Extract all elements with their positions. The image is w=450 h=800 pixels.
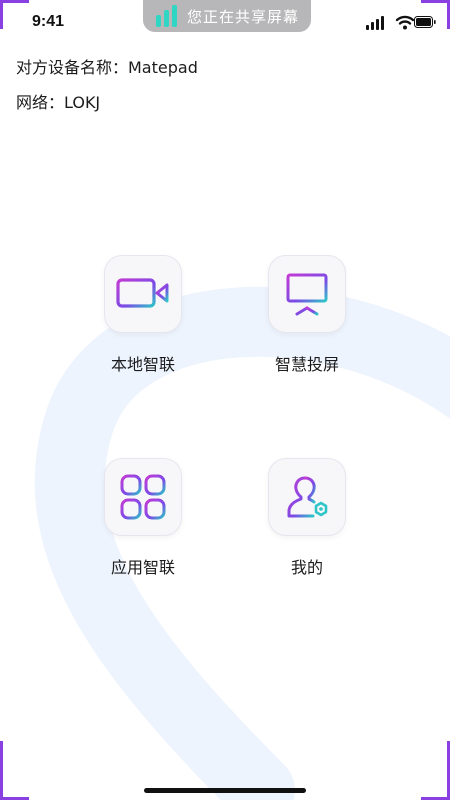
corner-bracket-top-right (421, 0, 450, 29)
screen-share-indicator[interactable]: 您正在共享屏幕 (143, 0, 311, 32)
tile-label: 应用智联 (110, 558, 175, 577)
wifi-icon (395, 15, 415, 30)
tile-icon-box (104, 458, 182, 536)
projector-screen-icon (286, 273, 328, 316)
status-time: 9:41 (32, 13, 65, 30)
apps-grid-icon (120, 474, 166, 520)
user-settings-icon (287, 476, 328, 518)
tile-mine[interactable]: 我的 (237, 458, 377, 588)
tile-label: 我的 (290, 558, 323, 577)
background-arc (34, 286, 450, 800)
device-name-text: 对方设备名称：Matepad (16, 58, 198, 77)
corner-bracket-bottom-left (0, 741, 29, 800)
signal-icon (366, 16, 384, 30)
tile-local-connect[interactable]: 本地智联 (73, 255, 213, 385)
video-camera-icon (116, 278, 169, 308)
network-text: 网络：LOKJ (16, 93, 101, 112)
tile-label: 智慧投屏 (274, 355, 339, 374)
tile-label: 本地智联 (110, 355, 175, 374)
tile-icon-box (268, 458, 346, 536)
tile-icon-box (104, 255, 182, 333)
tile-app-connect[interactable]: 应用智联 (73, 458, 213, 588)
status-bar: 9:41 您正在共享屏幕 (0, 0, 450, 44)
tile-icon-box (268, 255, 346, 333)
tile-smart-cast[interactable]: 智慧投屏 (237, 255, 377, 385)
share-bars-icon (156, 5, 177, 27)
home-indicator[interactable] (144, 788, 306, 793)
corner-bracket-top-left (0, 0, 29, 29)
screen-share-text: 您正在共享屏幕 (187, 7, 300, 26)
corner-bracket-bottom-right (421, 741, 450, 800)
